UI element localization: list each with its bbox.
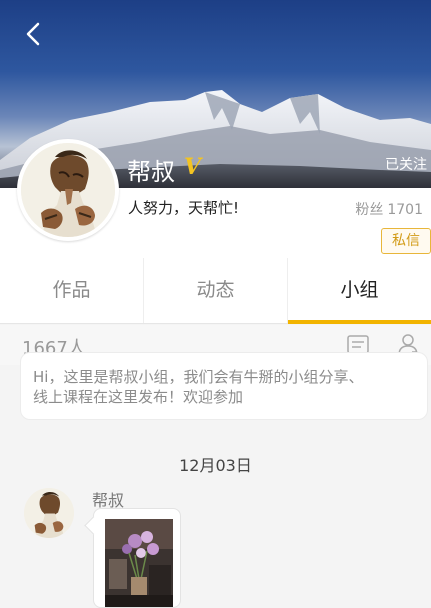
user-bio: 人努力，天帮忙! [128,199,240,217]
sender-avatar[interactable] [24,488,74,538]
back-button[interactable] [16,16,52,52]
avatar[interactable] [17,139,119,241]
back-arrow-icon [26,22,40,46]
tab-group[interactable]: 小组 [287,258,431,324]
portrait-painting-image [21,143,115,237]
tab-activity[interactable]: 动态 [143,258,287,323]
follow-status-button[interactable]: 已关注 [385,154,427,174]
private-message-button[interactable]: 私信 [381,228,431,254]
portrait-painting-image [24,488,74,538]
username: 帮叔 [127,158,175,186]
tab-works[interactable]: 作品 [0,258,143,323]
followers-info[interactable]: 粉丝 1701 [355,199,427,219]
followers-label: 粉丝 [355,202,384,218]
flower-arrangement-photo [105,519,173,607]
profile-tabs: 作品 动态 小组 [0,258,431,324]
announcement-line-2: 线上课程在这里发布！欢迎参加 [33,388,244,406]
message-image[interactable] [105,519,173,607]
announcement-line-1: Hi，这里是帮叔小组，我们会有牛掰的小组分享、 [33,368,364,386]
verified-badge: V [184,154,202,180]
group-announcement[interactable]: Hi，这里是帮叔小组，我们会有牛掰的小组分享、 线上课程在这里发布！欢迎参加 [20,352,428,420]
followers-count: 1701 [387,202,423,218]
chat-date-separator: 12月03日 [179,456,252,475]
message-bubble[interactable] [93,508,181,608]
